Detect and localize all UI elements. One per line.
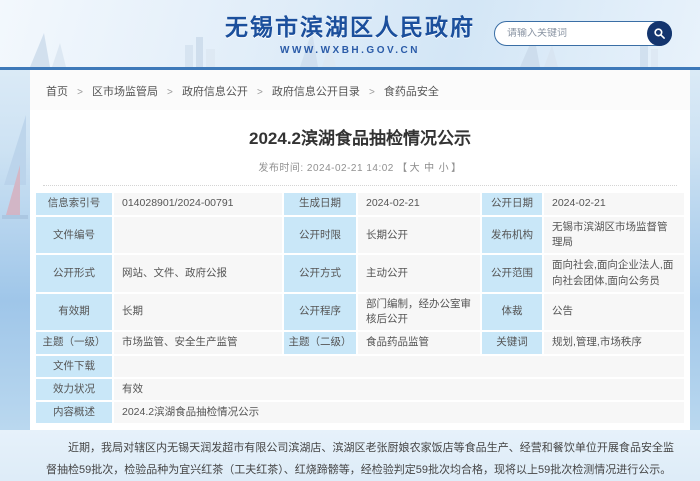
meta-label-doc-number: 文件编号 — [36, 217, 112, 254]
content-card: 首页 > 区市场监管局 > 政府信息公开 > 政府信息公开目录 > 食药品安全 … — [30, 70, 690, 476]
breadcrumb-home[interactable]: 首页 — [46, 86, 68, 98]
site-url: WWW.WXBH.GOV.CN — [280, 45, 420, 56]
breadcrumb-separator: > — [77, 87, 83, 98]
breadcrumb-gov-info-disclosure[interactable]: 政府信息公开 — [182, 86, 248, 98]
meta-label-summary: 内容概述 — [36, 401, 112, 424]
meta-label-open-scope: 公开范围 — [482, 255, 542, 292]
meta-value-download — [114, 355, 684, 377]
meta-value-keywords: 规划,管理,市场秩序 — [544, 332, 684, 354]
meta-row-index: 信息索引号 014028901/2024-00791 生成日期 2024-02-… — [36, 193, 684, 215]
breadcrumb-separator: > — [257, 87, 263, 98]
meta-label-keywords: 关键词 — [482, 332, 542, 354]
meta-row-validity: 有效期 长期 公开程序 部门编制，经办公室审核后公开 体裁 公告 — [36, 293, 684, 331]
meta-value-summary: 2024.2滨湖食品抽检情况公示 — [114, 401, 684, 424]
site-search — [494, 21, 672, 46]
publish-info: 发布时间: 2024-02-21 14:02 【大中小】 — [30, 159, 690, 174]
meta-value-open-term: 长期公开 — [358, 217, 480, 254]
font-size-small-button[interactable]: 小 — [439, 163, 450, 174]
breadcrumb-market-bureau[interactable]: 区市场监管局 — [92, 86, 158, 98]
search-input[interactable] — [495, 28, 647, 39]
meta-value-publisher: 无锡市滨湖区市场监督管理局 — [544, 217, 684, 254]
meta-value-generate-date: 2024-02-21 — [358, 193, 480, 215]
search-icon — [653, 27, 666, 40]
breadcrumb-separator: > — [368, 87, 375, 98]
meta-row-download: 文件下载 — [36, 355, 684, 377]
meta-label-effect-status: 效力状况 — [36, 378, 112, 400]
meta-value-doc-number — [114, 217, 282, 254]
meta-value-open-mode: 主动公开 — [358, 255, 480, 292]
breadcrumb-disclosure-catalog[interactable]: 政府信息公开目录 — [272, 86, 360, 98]
meta-label-procedure: 公开程序 — [284, 293, 356, 331]
meta-label-index-number: 信息索引号 — [36, 193, 112, 215]
meta-label-open-mode: 公开方式 — [284, 255, 356, 292]
font-controls-open-bracket: 【 — [397, 163, 408, 174]
background-sail-decoration — [2, 115, 28, 219]
dotted-divider — [43, 185, 677, 186]
meta-label-topic-level1: 主题（一级） — [36, 332, 112, 354]
meta-value-open-scope: 面向社会,面向企业法人,面向社会团体,面向公务员 — [544, 255, 684, 292]
breadcrumb: 首页 > 区市场监管局 > 政府信息公开 > 政府信息公开目录 > 食药品安全 — [30, 70, 690, 110]
breadcrumb-food-drug-safety[interactable]: 食药品安全 — [384, 86, 439, 98]
search-button[interactable] — [647, 21, 672, 46]
meta-row-topics: 主题（一级） 市场监管、安全生产监管 主题（二级） 食品药品监管 关键词 规划,… — [36, 332, 684, 354]
meta-value-genre: 公告 — [544, 293, 684, 331]
meta-label-open-date: 公开日期 — [482, 193, 542, 215]
meta-value-topic-level1: 市场监管、安全生产监管 — [114, 332, 282, 354]
publish-time-value: 2024-02-21 14:02 — [306, 163, 394, 174]
meta-value-procedure: 部门编制，经办公室审核后公开 — [358, 293, 480, 331]
font-controls-close-bracket: 】 — [451, 163, 462, 174]
meta-label-topic-level2: 主题（二级） — [284, 332, 356, 354]
meta-value-open-form: 网站、文件、政府公报 — [114, 255, 282, 292]
meta-table: 信息索引号 014028901/2024-00791 生成日期 2024-02-… — [34, 191, 686, 425]
meta-value-index-number: 014028901/2024-00791 — [114, 193, 282, 215]
meta-value-open-date: 2024-02-21 — [544, 193, 684, 215]
article-body: 近期，我局对辖区内无锡天润发超市有限公司滨湖店、滨湖区老张厨娘农家饭店等食品生产… — [46, 442, 674, 477]
site-banner: 无锡市滨湖区人民政府 WWW.WXBH.GOV.CN — [0, 0, 700, 67]
breadcrumb-separator: > — [167, 87, 173, 98]
meta-label-publisher: 发布机构 — [482, 217, 542, 254]
meta-value-effect-status: 有效 — [114, 378, 684, 400]
font-size-large-button[interactable]: 大 — [410, 163, 421, 174]
meta-label-download: 文件下载 — [36, 355, 112, 377]
meta-label-open-term: 公开时限 — [284, 217, 356, 254]
meta-value-validity: 长期 — [114, 293, 282, 331]
page-title: 2024.2滨湖食品抽检情况公示 — [249, 129, 471, 148]
meta-label-genre: 体裁 — [482, 293, 542, 331]
publish-time-label: 发布时间: — [258, 163, 307, 174]
meta-row-doc-number: 文件编号 公开时限 长期公开 发布机构 无锡市滨湖区市场监督管理局 — [36, 217, 684, 254]
meta-row-effect-status: 效力状况 有效 — [36, 378, 684, 400]
meta-value-topic-level2: 食品药品监管 — [358, 332, 480, 354]
meta-row-summary: 内容概述 2024.2滨湖食品抽检情况公示 — [36, 401, 684, 424]
meta-label-generate-date: 生成日期 — [284, 193, 356, 215]
font-size-medium-button[interactable]: 中 — [424, 163, 435, 174]
meta-label-validity: 有效期 — [36, 293, 112, 331]
meta-row-open-form: 公开形式 网站、文件、政府公报 公开方式 主动公开 公开范围 面向社会,面向企业… — [36, 255, 684, 292]
meta-label-open-form: 公开形式 — [36, 255, 112, 292]
